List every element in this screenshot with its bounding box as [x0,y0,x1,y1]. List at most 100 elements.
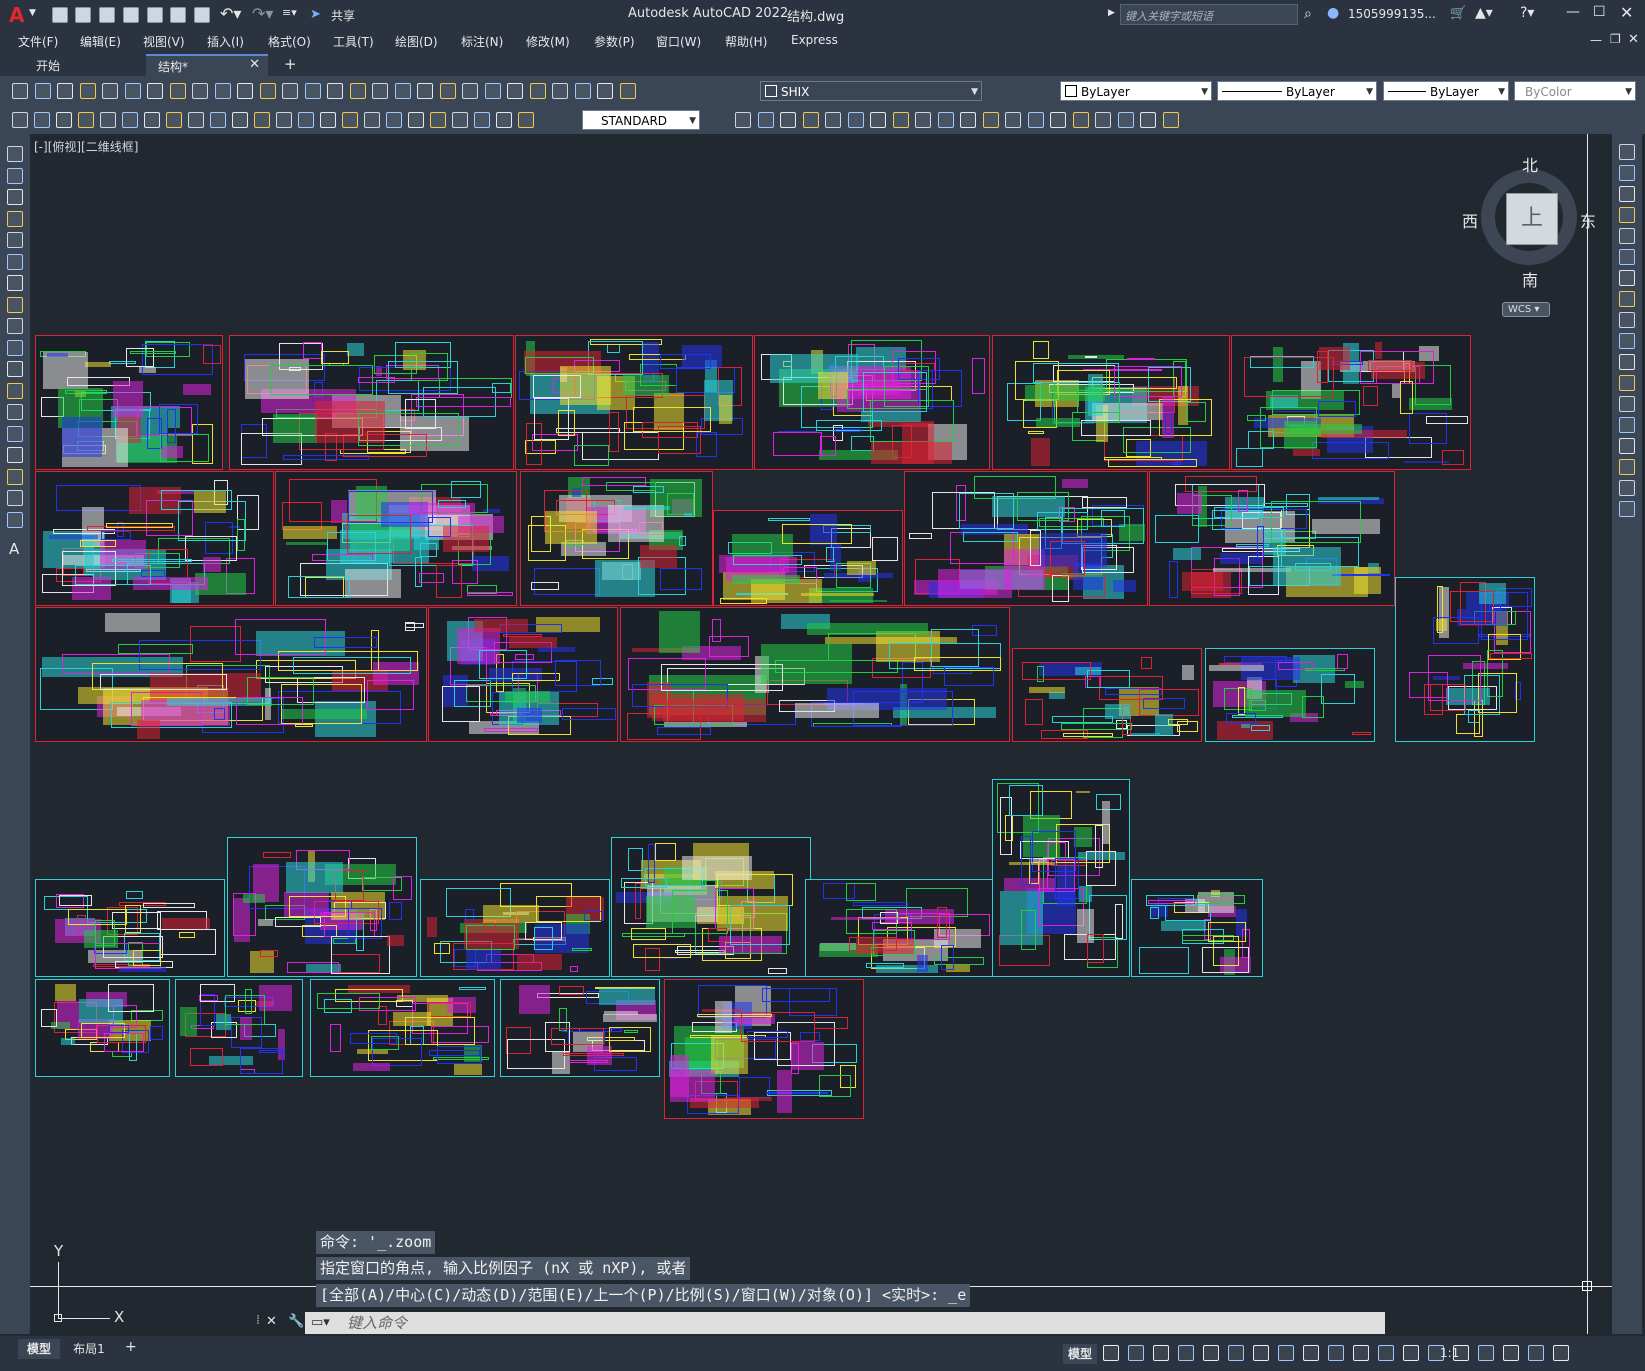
viewcube-face-top[interactable]: 上 [1506,193,1558,245]
publish-icon[interactable] [124,83,141,99]
save-icon[interactable] [57,83,73,99]
offset-icon[interactable] [780,112,796,128]
revision-cloud-icon[interactable] [7,296,23,313]
offset-right-icon[interactable] [1619,207,1635,223]
rotate-right-icon[interactable] [1619,270,1635,286]
quickcalc-icon[interactable] [529,83,546,99]
paste-icon[interactable] [214,83,231,99]
layer-off-icon[interactable] [1072,112,1089,128]
array-right-icon[interactable] [1619,228,1635,244]
wcs-menu[interactable]: WCS ▾ [1502,302,1550,317]
linetype-dropdown[interactable]: ByLayer ▼ [1217,81,1377,101]
undo-icon[interactable]: ↶▾ [220,4,241,23]
scale-right-icon[interactable] [1619,291,1635,307]
help-icon[interactable] [552,83,568,99]
menu-parametric[interactable]: 参数(P) [594,33,635,50]
drawing-sheet[interactable] [1231,335,1471,470]
save-icon[interactable] [99,7,115,23]
customization-icon[interactable] [1553,1345,1569,1361]
selection-cycling-icon[interactable] [1328,1345,1344,1361]
rotate-icon[interactable] [847,112,864,128]
viewcube-south[interactable]: 南 [1522,267,1538,291]
make-block-icon[interactable] [12,112,28,128]
ortho-icon[interactable] [1153,1345,1169,1361]
cart-icon[interactable]: 🛒 [1450,6,1466,21]
ellipse-arc-icon[interactable] [7,361,23,377]
lineweight-dropdown[interactable]: ByLayer ▼ [1383,81,1509,101]
viewcube-north[interactable]: 北 [1522,152,1538,176]
blend-icon[interactable] [1619,480,1635,496]
mirror-icon[interactable] [757,112,774,128]
layer-dropdown[interactable]: SHIX ▼ [760,81,982,101]
drawing-sheet[interactable] [992,779,1130,977]
osnap-icon[interactable] [1253,1345,1269,1361]
continue-dim-icon[interactable] [298,112,314,128]
help-icon[interactable]: ?▾ [1520,5,1534,21]
insert-block-icon[interactable] [34,112,50,128]
menu-view[interactable]: 视图(V) [143,33,185,50]
app-logo[interactable]: A [9,3,24,27]
menu-file[interactable]: 文件(F) [18,33,58,50]
menu-insert[interactable]: 插入(I) [207,33,244,50]
new-tab-icon[interactable]: + [284,55,297,73]
inspect-icon[interactable] [408,112,424,128]
share-icon[interactable]: ➤ [310,7,321,22]
plot-preview-icon[interactable] [170,7,186,23]
doc-close-icon[interactable]: ✕ [1628,32,1639,47]
stretch-right-icon[interactable] [1619,312,1635,328]
clean-screen-icon[interactable] [1528,1345,1544,1361]
close-icon[interactable]: ✕ [1620,3,1633,22]
3d-print-icon[interactable] [147,83,163,99]
drawing-sheet[interactable] [713,510,903,606]
construction-line-icon[interactable] [7,167,23,184]
scale-icon[interactable] [870,112,886,128]
command-grip-icon[interactable]: ⁞ [256,1313,260,1328]
properties-icon[interactable] [417,83,433,99]
menu-window[interactable]: 窗口(W) [656,33,701,50]
zoom-window-icon[interactable] [372,83,388,99]
layer-state-icon[interactable] [597,83,613,99]
undo-icon[interactable] [282,83,298,99]
tolerance-icon[interactable] [364,112,380,128]
add-layout-icon[interactable]: + [125,1339,137,1355]
tab-structure[interactable]: 结构* ✕ [146,54,268,76]
viewport-label[interactable]: [-][俯视][二维线框] [34,138,138,155]
menu-help[interactable]: 帮助(H) [725,33,767,50]
join-icon[interactable] [982,112,999,128]
drawing-sheet[interactable] [992,335,1230,470]
line-icon[interactable] [7,146,23,162]
app-menu-arrow-icon[interactable]: ▼ [29,8,36,18]
command-customize-icon[interactable]: 🔧 [288,1314,304,1329]
open-icon[interactable] [34,83,51,99]
break-right-icon[interactable] [1619,396,1635,412]
arc-icon[interactable] [7,253,23,270]
drawing-sheet[interactable] [35,979,170,1077]
layer-match-icon[interactable] [1140,112,1156,128]
point-icon[interactable] [7,425,23,442]
menu-dimension[interactable]: 标注(N) [461,33,503,50]
doc-restore-icon[interactable]: ❐ [1610,32,1621,46]
new-icon[interactable] [52,7,68,23]
hatch-icon[interactable] [7,447,23,463]
drawing-sheet[interactable] [1012,648,1202,742]
menu-tools[interactable]: 工具(T) [333,33,374,50]
print-icon[interactable] [194,7,210,23]
cut-icon[interactable] [169,83,186,99]
minimize-icon[interactable]: — [1566,4,1580,20]
layout-tab-layout1[interactable]: 布局1 [66,1339,112,1359]
make-block-left-icon[interactable] [7,404,23,420]
redo-icon[interactable] [304,83,321,99]
drawing-sheet[interactable] [35,607,427,742]
explode-right-icon[interactable] [1619,501,1635,517]
extend-right-icon[interactable] [1619,354,1635,370]
layer-previous-icon[interactable] [619,83,636,99]
drawing-sheet[interactable] [611,837,811,977]
fillet-right-icon[interactable] [1619,459,1635,475]
color-dropdown[interactable]: ByLayer ▼ [1060,81,1212,101]
layer-freeze-icon[interactable] [1095,112,1111,128]
dim-style-icon[interactable] [518,112,534,128]
drawing-sheet[interactable] [175,979,303,1077]
drawing-sheet[interactable] [1149,471,1395,606]
model-space-button[interactable]: 模型 [1063,1344,1097,1364]
erase-icon[interactable] [1619,144,1635,160]
